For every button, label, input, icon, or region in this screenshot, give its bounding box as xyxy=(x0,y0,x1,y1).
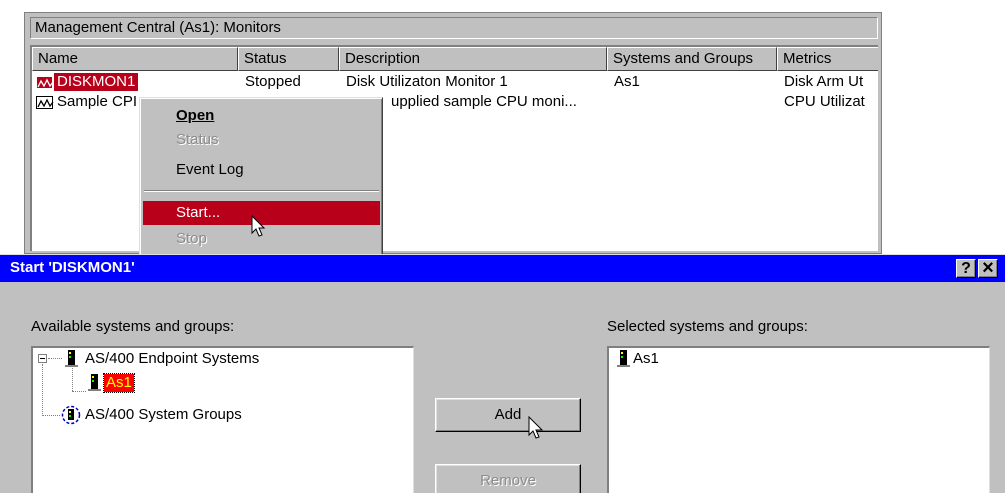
server-icon xyxy=(65,350,78,367)
server-icon xyxy=(617,350,630,367)
server-icon xyxy=(88,374,101,391)
tree-item-endpoint-systems[interactable]: AS/400 Endpoint Systems xyxy=(85,350,259,368)
menu-item-stop[interactable]: Stop xyxy=(143,227,380,251)
monitor-name: DISKMON1 xyxy=(52,72,140,92)
collapse-toggle-icon[interactable] xyxy=(38,354,47,363)
selected-systems-list[interactable]: As1 xyxy=(607,346,990,493)
menu-item-status[interactable]: Status xyxy=(143,128,380,152)
available-systems-tree[interactable]: AS/400 Endpoint Systems As1 AS/400 Syste… xyxy=(31,346,414,493)
tree-connector xyxy=(72,368,73,391)
column-header-name[interactable]: Name xyxy=(32,47,238,71)
dialog-title-bar[interactable]: Start 'DISKMON1' xyxy=(0,255,1005,282)
monitor-name: Sample CPI xyxy=(57,93,138,110)
monitor-metrics: CPU Utilizat xyxy=(784,93,865,110)
monitor-description: upplied sample CPU moni... xyxy=(391,93,577,110)
context-menu: Open Status Event Log Start... Stop xyxy=(139,97,383,254)
tree-connector xyxy=(72,391,86,392)
remove-button[interactable]: Remove xyxy=(435,464,581,493)
monitor-icon xyxy=(36,76,54,89)
system-group-icon xyxy=(61,405,81,425)
column-header-systems[interactable]: Systems and Groups xyxy=(607,47,777,71)
available-systems-label: Available systems and groups: xyxy=(31,318,235,335)
column-header-status[interactable]: Status xyxy=(238,47,339,71)
tree-item-system-groups[interactable]: AS/400 System Groups xyxy=(85,406,242,424)
monitors-window-title: Management Central (As1): Monitors xyxy=(30,17,878,39)
menu-separator xyxy=(144,190,379,192)
selected-systems-label: Selected systems and groups: xyxy=(607,318,808,335)
column-header-description[interactable]: Description xyxy=(339,47,607,71)
menu-item-event-log[interactable]: Event Log xyxy=(143,158,380,182)
menu-item-open[interactable]: Open xyxy=(143,104,380,128)
monitor-status: Stopped xyxy=(245,73,301,90)
monitor-systems: As1 xyxy=(614,73,640,90)
tree-connector xyxy=(48,358,62,359)
tree-connector xyxy=(42,364,43,416)
monitor-metrics: Disk Arm Ut xyxy=(784,73,864,90)
dialog-title: Start 'DISKMON1' xyxy=(10,259,135,276)
menu-item-start[interactable]: Start... xyxy=(143,201,380,225)
column-header-metrics[interactable]: Metrics xyxy=(777,47,878,71)
help-button[interactable]: ? xyxy=(956,259,976,278)
add-button[interactable]: Add xyxy=(435,398,581,432)
selected-item-as1[interactable]: As1 xyxy=(633,350,659,368)
monitor-row-diskmon1[interactable]: DISKMON1 Stopped Disk Utilizaton Monitor… xyxy=(32,72,878,92)
monitor-icon xyxy=(36,96,54,109)
start-dialog: Start 'DISKMON1' ? × Available systems a… xyxy=(0,254,1005,493)
monitor-description: Disk Utilizaton Monitor 1 xyxy=(346,73,508,90)
close-button[interactable]: × xyxy=(978,258,998,278)
tree-connector xyxy=(42,415,60,416)
tree-item-as1[interactable]: As1 xyxy=(103,373,135,393)
